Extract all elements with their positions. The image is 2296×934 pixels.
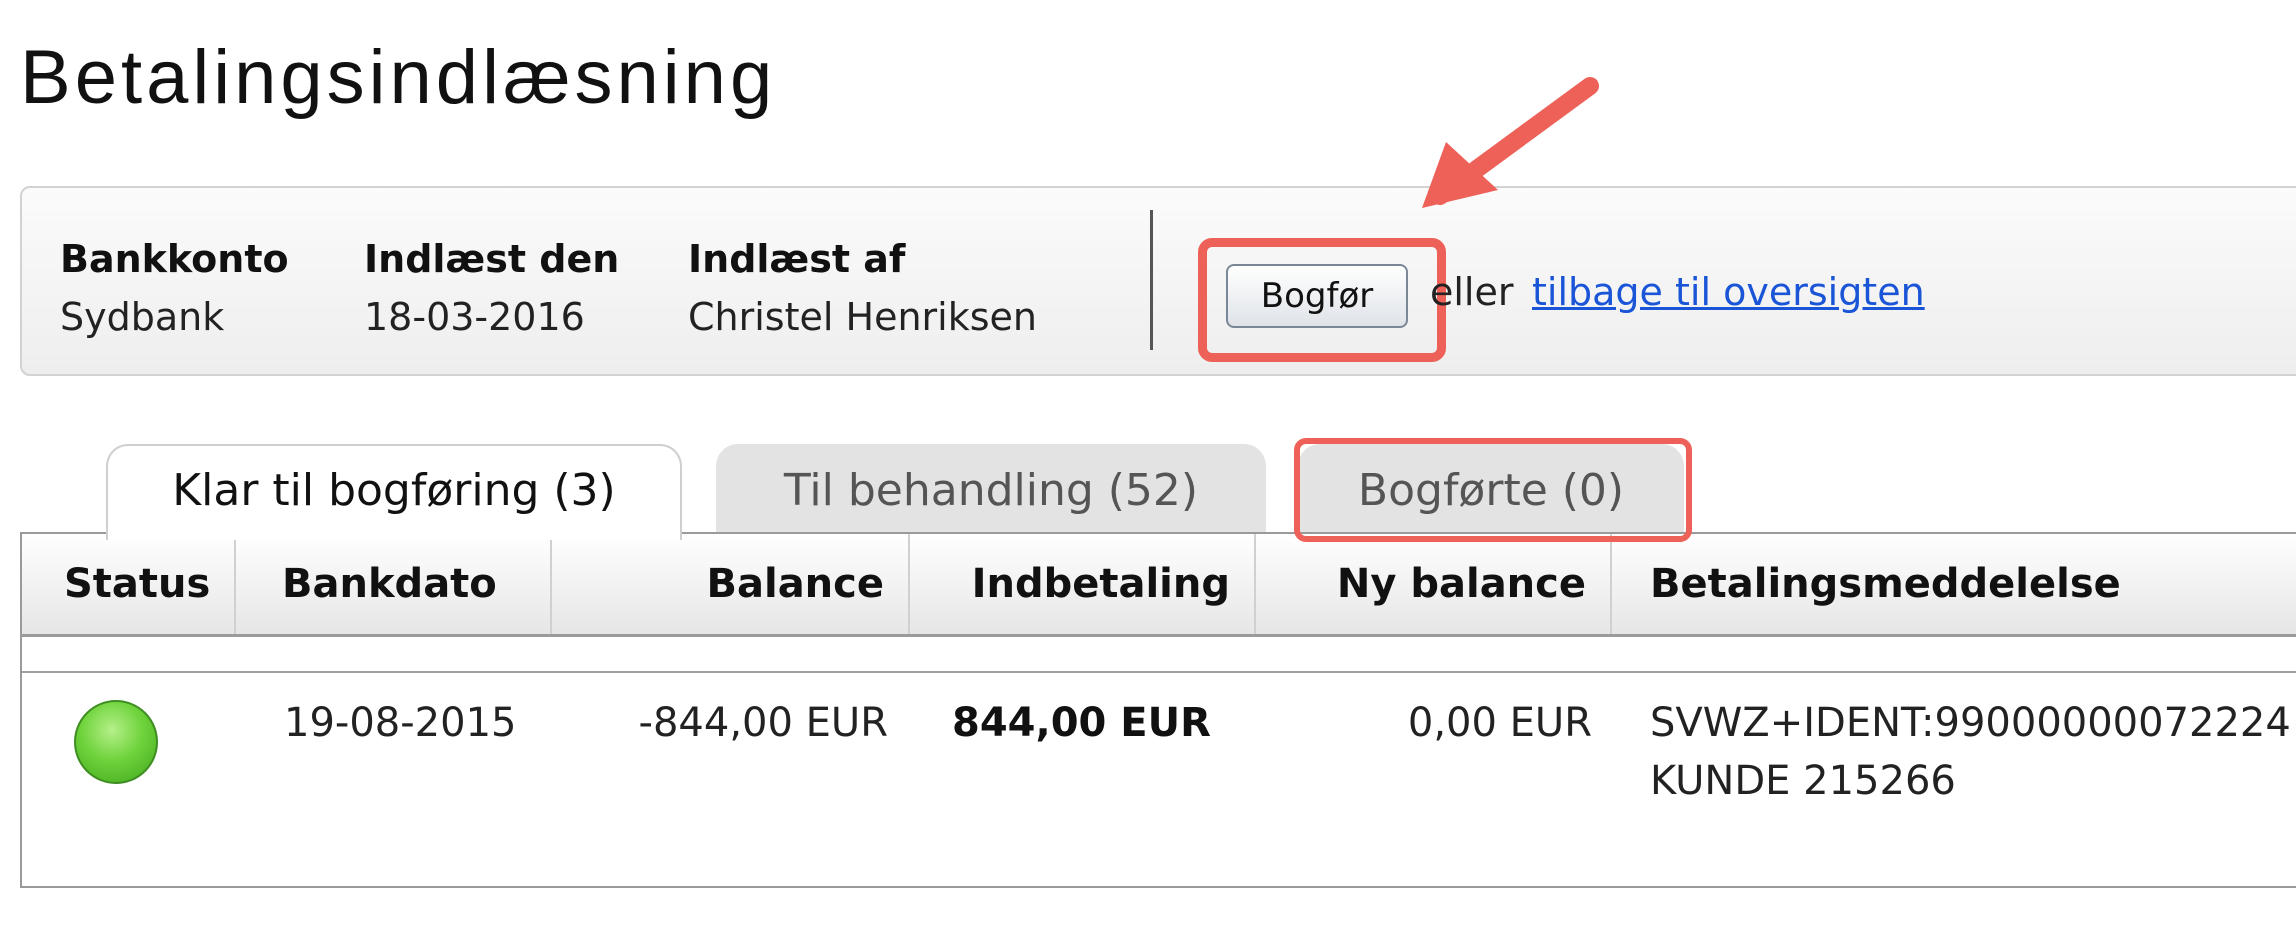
table-header: Status Bankdato Balance Indbetaling Ny b… bbox=[22, 534, 2296, 637]
info-divider bbox=[1150, 210, 1153, 350]
read-by-value: Christel Henriksen bbox=[688, 295, 1037, 339]
info-bar: Bankkonto Sydbank Indlæst den 18-03-2016… bbox=[20, 186, 2296, 376]
tab-posted[interactable]: Bogførte (0) bbox=[1298, 444, 1684, 536]
column-bankdato[interactable]: Bankdato bbox=[236, 534, 552, 634]
cell-ny-balance: 0,00 EUR bbox=[1407, 700, 1592, 746]
read-date-label: Indlæst den bbox=[364, 237, 620, 281]
column-balance[interactable]: Balance bbox=[552, 534, 910, 634]
bank-account-label: Bankkonto bbox=[60, 237, 289, 281]
payments-table: Status Bankdato Balance Indbetaling Ny b… bbox=[20, 532, 2296, 888]
column-betalingsmeddelelse[interactable]: Betalingsmeddelelse bbox=[1612, 534, 2296, 634]
read-date-field: Indlæst den 18-03-2016 bbox=[364, 230, 619, 346]
tab-in-process[interactable]: Til behandling (52) bbox=[716, 444, 1266, 536]
read-date-value: 18-03-2016 bbox=[364, 295, 585, 339]
tab-ready-to-post[interactable]: Klar til bogføring (3) bbox=[106, 444, 682, 540]
bank-account-field: Bankkonto Sydbank bbox=[60, 230, 289, 346]
read-by-field: Indlæst af Christel Henriksen bbox=[688, 230, 1037, 346]
back-to-overview-link[interactable]: tilbage til oversigten bbox=[1532, 270, 1925, 314]
cell-balance: -844,00 EUR bbox=[638, 700, 888, 746]
read-by-label: Indlæst af bbox=[688, 237, 906, 281]
cell-message: SVWZ+IDENT:99000000072224 KUNDE 215266 bbox=[1650, 694, 2291, 810]
post-button[interactable]: Bogfør bbox=[1226, 264, 1408, 328]
page-title: Betalingsindlæsning bbox=[20, 35, 777, 120]
message-line-2: KUNDE 215266 bbox=[1650, 758, 1956, 804]
column-ny-balance[interactable]: Ny balance bbox=[1256, 534, 1612, 634]
page: Betalingsindlæsning Bankkonto Sydbank In… bbox=[0, 0, 2296, 934]
message-line-1: SVWZ+IDENT:99000000072224 bbox=[1650, 700, 2291, 746]
green-status-dot-icon bbox=[74, 700, 158, 784]
or-text: eller bbox=[1430, 270, 1514, 314]
column-status[interactable]: Status bbox=[22, 534, 236, 634]
table-spacer-row bbox=[22, 637, 2296, 673]
column-indbetaling[interactable]: Indbetaling bbox=[910, 534, 1256, 634]
cell-bankdato: 19-08-2015 bbox=[284, 700, 517, 746]
bank-account-value: Sydbank bbox=[60, 295, 225, 339]
cell-indbetaling: 844,00 EUR bbox=[952, 700, 1211, 746]
